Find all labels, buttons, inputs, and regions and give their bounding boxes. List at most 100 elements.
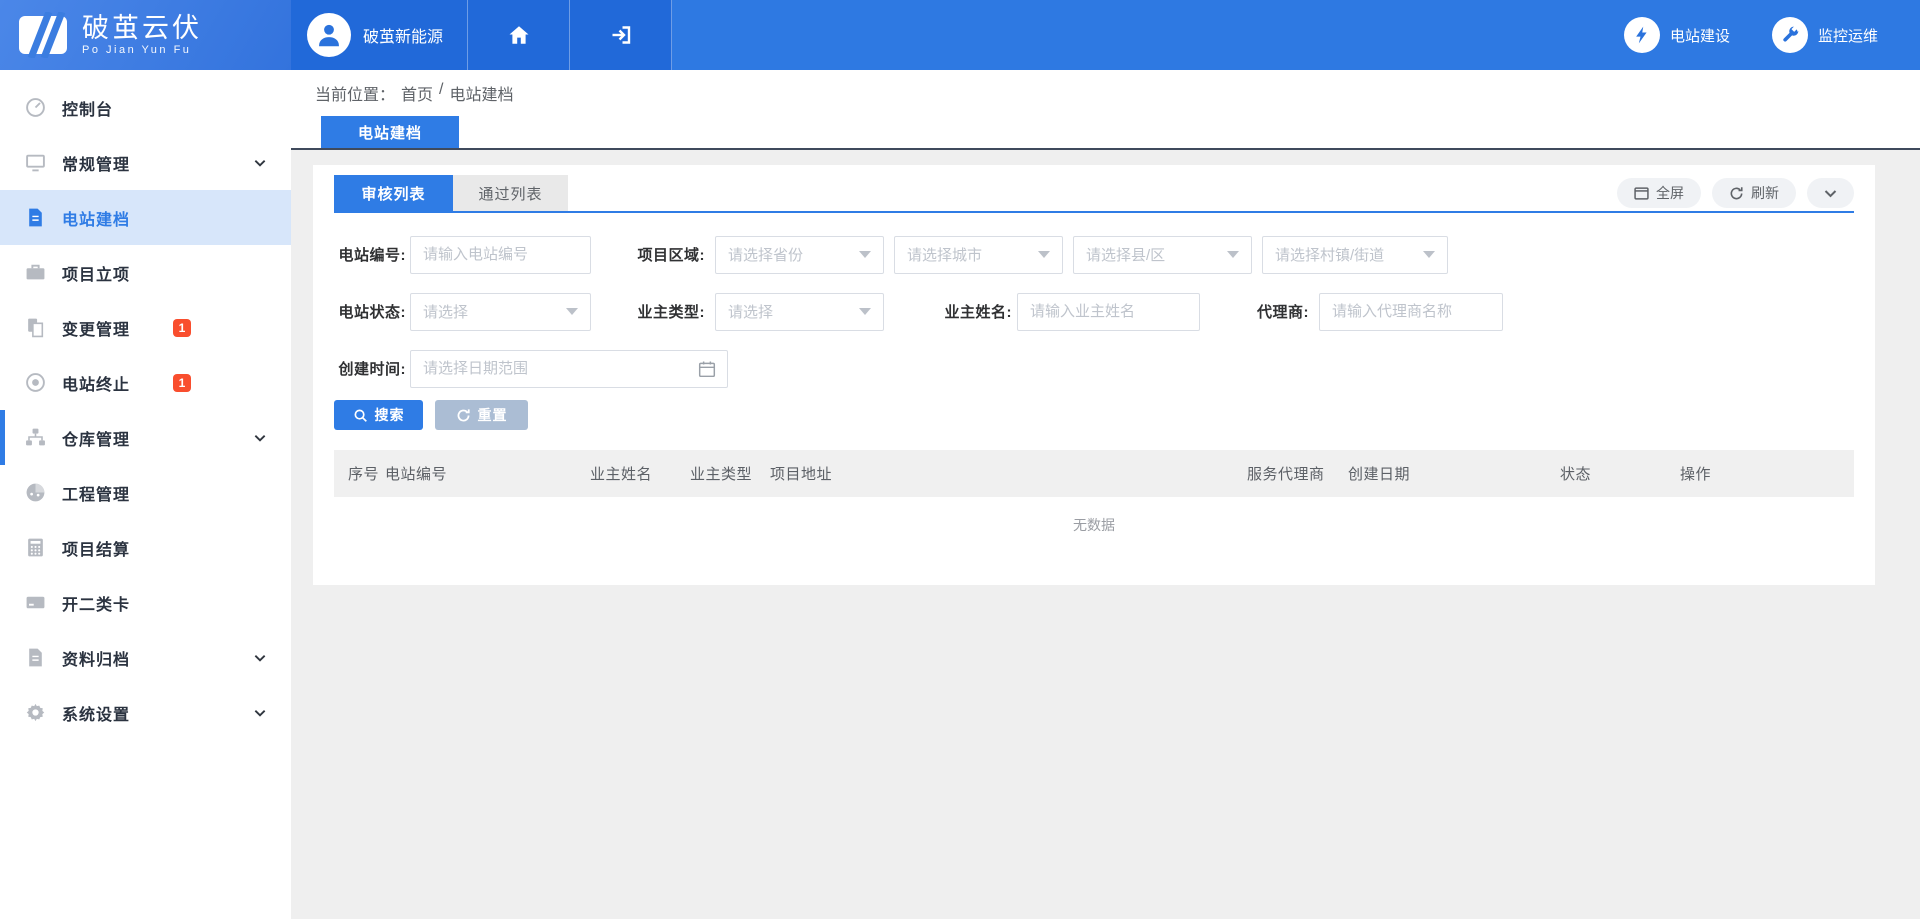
column-header: 电站编号 bbox=[385, 463, 590, 484]
archive-icon bbox=[24, 647, 46, 669]
briefcase-icon bbox=[24, 262, 46, 284]
column-header: 项目地址 bbox=[770, 463, 1247, 484]
station-status-label: 电站状态: bbox=[334, 301, 406, 322]
owner-name-input[interactable] bbox=[1017, 293, 1200, 331]
logout-button[interactable] bbox=[570, 0, 672, 70]
panel-tabs: 审核列表 通过列表 全屏 刷新 bbox=[334, 165, 1854, 213]
tab-passed-list[interactable]: 通过列表 bbox=[453, 175, 568, 211]
nav-monitor-ops[interactable]: 监控运维 bbox=[1772, 0, 1878, 70]
reset-button[interactable]: 重置 bbox=[435, 400, 528, 430]
change-mgmt-badge: 1 bbox=[173, 319, 191, 337]
header: 破茧云伏 Po Jian Yun Fu 破茧新能源 电站建设 监 bbox=[0, 0, 1920, 70]
owner-name-label: 业主姓名: bbox=[934, 301, 1012, 322]
header-bar: 破茧新能源 电站建设 监控运维 bbox=[291, 0, 1920, 70]
panel-toolbar: 全屏 刷新 bbox=[1617, 178, 1854, 208]
sidebar-item-station-termination[interactable]: 电站终止 1 bbox=[0, 355, 291, 410]
sidebar-item-console[interactable]: 控制台 bbox=[0, 80, 291, 135]
chevron-down-icon bbox=[253, 156, 267, 170]
town-select[interactable]: 请选择村镇/街道 bbox=[1262, 236, 1448, 274]
form-actions: 搜索 重置 bbox=[334, 400, 1854, 430]
calculator-icon bbox=[24, 537, 46, 559]
sitemap-icon bbox=[24, 427, 46, 449]
caret-down-icon bbox=[566, 308, 578, 315]
city-select[interactable]: 请选择城市 bbox=[894, 236, 1063, 274]
province-select[interactable]: 请选择省份 bbox=[715, 236, 884, 274]
refresh-button[interactable]: 刷新 bbox=[1712, 178, 1796, 208]
page-tab[interactable]: 电站建档 bbox=[321, 116, 459, 148]
sidebar-item-project-settlement[interactable]: 项目结算 bbox=[0, 520, 291, 575]
column-header: 业主姓名 bbox=[590, 463, 690, 484]
agent-input[interactable] bbox=[1319, 293, 1503, 331]
nav-station-build[interactable]: 电站建设 bbox=[1624, 0, 1730, 70]
home-button[interactable] bbox=[468, 0, 570, 70]
fullscreen-button[interactable]: 全屏 bbox=[1617, 178, 1701, 208]
breadcrumb-current: 电站建档 bbox=[449, 81, 513, 105]
caret-down-icon bbox=[859, 308, 871, 315]
chevron-down-icon bbox=[253, 431, 267, 445]
search-button[interactable]: 搜索 bbox=[334, 400, 423, 430]
logout-icon bbox=[609, 23, 633, 47]
active-indicator bbox=[0, 410, 5, 465]
collapse-button[interactable] bbox=[1807, 178, 1854, 208]
column-header: 操作 bbox=[1680, 463, 1854, 484]
home-icon bbox=[507, 23, 531, 47]
nav-monitor-ops-label: 监控运维 bbox=[1818, 25, 1878, 46]
copy-icon bbox=[24, 317, 46, 339]
caret-down-icon bbox=[1423, 251, 1435, 258]
refresh-icon bbox=[1729, 186, 1744, 201]
lightning-icon bbox=[1624, 17, 1660, 53]
table-header: 序号 电站编号 业主姓名 业主类型 项目地址 服务代理商 创建日期 状态 操作 bbox=[334, 450, 1854, 497]
filter-form: 电站编号: 项目区域: 请选择省份 请选择城市 请选择县/区 请选择村镇/街道 … bbox=[334, 226, 1854, 397]
caret-down-icon bbox=[1038, 251, 1050, 258]
column-header: 业主类型 bbox=[690, 463, 770, 484]
sidebar-item-system-settings[interactable]: 系统设置 bbox=[0, 685, 291, 740]
column-header: 序号 bbox=[348, 463, 385, 484]
station-no-input[interactable] bbox=[410, 236, 591, 274]
agent-label: 代理商: bbox=[1243, 301, 1309, 322]
chevron-down-icon bbox=[253, 706, 267, 720]
sidebar-item-station-archive[interactable]: 电站建档 bbox=[0, 190, 291, 245]
wrench-icon bbox=[1772, 17, 1808, 53]
main-content: 当前位置： 首页 / 电站建档 电站建档 审核列表 通过列表 全屏 刷新 bbox=[291, 70, 1920, 919]
monitor-icon bbox=[24, 152, 46, 174]
sidebar: 控制台 常规管理 电站建档 项目立项 变更管理 1 电站终止 1 仓库管理 工程… bbox=[0, 70, 291, 919]
column-header: 服务代理商 bbox=[1247, 463, 1348, 484]
breadcrumb-separator: / bbox=[439, 81, 443, 105]
county-select[interactable]: 请选择县/区 bbox=[1073, 236, 1252, 274]
search-icon bbox=[353, 408, 368, 423]
target-icon bbox=[24, 372, 46, 394]
chevron-down-icon bbox=[1823, 186, 1838, 201]
sidebar-item-warehouse-mgmt[interactable]: 仓库管理 bbox=[0, 410, 291, 465]
caret-down-icon bbox=[1227, 251, 1239, 258]
user-menu[interactable]: 破茧新能源 bbox=[291, 0, 468, 70]
breadcrumb-home[interactable]: 首页 bbox=[401, 81, 433, 105]
sidebar-item-project-initiation[interactable]: 项目立项 bbox=[0, 245, 291, 300]
fullscreen-icon bbox=[1634, 186, 1649, 201]
empty-state: 无数据 bbox=[334, 497, 1854, 553]
sidebar-item-data-archive[interactable]: 资料归档 bbox=[0, 630, 291, 685]
divider bbox=[291, 148, 1920, 150]
avatar bbox=[307, 13, 351, 57]
breadcrumb-prefix: 当前位置： bbox=[315, 81, 395, 105]
brand-tagline: Po Jian Yun Fu bbox=[82, 44, 202, 56]
gear-icon bbox=[24, 702, 46, 724]
gauge-icon bbox=[24, 482, 46, 504]
tab-review-list[interactable]: 审核列表 bbox=[334, 175, 453, 211]
top-strip: 当前位置： 首页 / 电站建档 电站建档 bbox=[291, 70, 1920, 148]
sidebar-item-engineering-mgmt[interactable]: 工程管理 bbox=[0, 465, 291, 520]
person-icon bbox=[315, 21, 343, 49]
sidebar-item-general-mgmt[interactable]: 常规管理 bbox=[0, 135, 291, 190]
owner-type-select[interactable]: 请选择 bbox=[715, 293, 884, 331]
station-status-select[interactable]: 请选择 bbox=[410, 293, 591, 331]
breadcrumb: 当前位置： 首页 / 电站建档 bbox=[315, 81, 514, 105]
card-icon bbox=[24, 592, 46, 614]
user-name: 破茧新能源 bbox=[363, 23, 443, 47]
chevron-down-icon bbox=[253, 651, 267, 665]
dashboard-icon bbox=[24, 97, 46, 119]
sidebar-item-open-card[interactable]: 开二类卡 bbox=[0, 575, 291, 630]
owner-type-label: 业主类型: bbox=[617, 301, 705, 322]
calendar-icon bbox=[698, 360, 716, 378]
date-range-input[interactable] bbox=[410, 350, 728, 388]
sidebar-item-change-mgmt[interactable]: 变更管理 1 bbox=[0, 300, 291, 355]
column-header: 创建日期 bbox=[1348, 463, 1560, 484]
